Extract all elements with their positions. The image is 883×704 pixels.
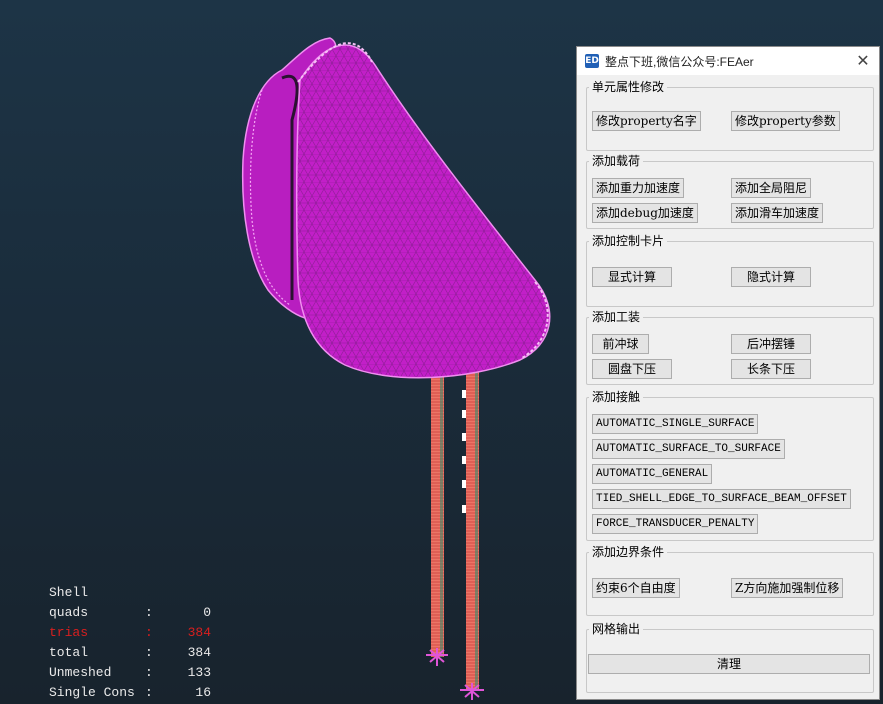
headrest-rods bbox=[426, 368, 484, 700]
constrain-6dof-button[interactable]: 约束6个自由度 bbox=[592, 578, 680, 598]
contact-tied-shell-edge-button[interactable]: TIED_SHELL_EDGE_TO_SURFACE_BEAM_OFFSET bbox=[592, 489, 851, 509]
group-add-fixture: 添加工装 前冲球 后冲摆锤 圆盘下压 长条下压 bbox=[586, 309, 874, 385]
add-global-damping-button[interactable]: 添加全局阻尼 bbox=[731, 178, 812, 198]
add-sled-accel-button[interactable]: 添加滑车加速度 bbox=[731, 203, 824, 223]
mesh-statistics: Shell quads:0 trias:384 total:384 Unmesh… bbox=[49, 583, 211, 703]
contact-force-transducer-button[interactable]: FORCE_TRANSDUCER_PENALTY bbox=[592, 514, 759, 534]
disc-press-button[interactable]: 圆盘下压 bbox=[592, 359, 672, 379]
front-impact-ball-button[interactable]: 前冲球 bbox=[592, 334, 649, 354]
group-title: 添加载荷 bbox=[589, 153, 644, 169]
group-title: 添加接触 bbox=[589, 389, 644, 405]
z-displacement-button[interactable]: Z方向施加强制位移 bbox=[731, 578, 844, 598]
cleanup-button[interactable]: 清理 bbox=[588, 654, 870, 674]
group-boundary-conditions: 添加边界条件 约束6个自由度 Z方向施加强制位移 bbox=[586, 544, 874, 616]
bar-press-button[interactable]: 长条下压 bbox=[731, 359, 811, 379]
dialog-title: 整点下班,微信公众号:FEAer bbox=[605, 54, 754, 69]
dialog-titlebar[interactable]: ED 整点下班,微信公众号:FEAer ✕ bbox=[577, 47, 879, 75]
app-logo-icon: ED bbox=[585, 54, 599, 68]
stats-row-total: total:384 bbox=[49, 645, 211, 660]
contact-auto-surface-to-surface-button[interactable]: AUTOMATIC_SURFACE_TO_SURFACE bbox=[592, 439, 785, 459]
stats-header: Shell bbox=[49, 585, 89, 600]
stats-row-unmeshed: Unmeshed:133 bbox=[49, 665, 211, 680]
explicit-calc-button[interactable]: 显式计算 bbox=[592, 267, 672, 287]
stats-row-single-cons: Single Cons:16 bbox=[49, 685, 211, 700]
group-mesh-output: 网格输出 清理 bbox=[586, 621, 874, 693]
rear-pendulum-button[interactable]: 后冲摆锤 bbox=[731, 334, 811, 354]
group-title: 添加工装 bbox=[589, 309, 644, 325]
group-title: 网格输出 bbox=[589, 621, 644, 637]
group-add-load: 添加载荷 添加重力加速度 添加全局阻尼 添加debug加速度 添加滑车加速度 bbox=[586, 153, 874, 229]
group-title: 单元属性修改 bbox=[589, 79, 668, 95]
group-title: 添加边界条件 bbox=[589, 544, 668, 560]
tool-dialog: ED 整点下班,微信公众号:FEAer ✕ 单元属性修改 修改property名… bbox=[576, 46, 880, 700]
contact-auto-general-button[interactable]: AUTOMATIC_GENERAL bbox=[592, 464, 713, 484]
group-title: 添加控制卡片 bbox=[589, 233, 668, 249]
close-icon[interactable]: ✕ bbox=[853, 51, 873, 71]
group-add-contact: 添加接触 AUTOMATIC_SINGLE_SURFACE AUTOMATIC_… bbox=[586, 389, 874, 541]
add-gravity-button[interactable]: 添加重力加速度 bbox=[592, 178, 685, 198]
add-debug-accel-button[interactable]: 添加debug加速度 bbox=[592, 203, 698, 223]
headrest-mesh bbox=[241, 37, 551, 379]
group-control-cards: 添加控制卡片 显式计算 隐式计算 bbox=[586, 233, 874, 307]
stats-row-trias: trias:384 bbox=[49, 625, 211, 640]
contact-auto-single-surface-button[interactable]: AUTOMATIC_SINGLE_SURFACE bbox=[592, 414, 759, 434]
edit-property-params-button[interactable]: 修改property参数 bbox=[731, 111, 840, 131]
rename-property-button[interactable]: 修改property名字 bbox=[592, 111, 701, 131]
group-element-property: 单元属性修改 修改property名字 修改property参数 bbox=[586, 79, 874, 151]
stats-row-quads: quads:0 bbox=[49, 605, 211, 620]
implicit-calc-button[interactable]: 隐式计算 bbox=[731, 267, 811, 287]
